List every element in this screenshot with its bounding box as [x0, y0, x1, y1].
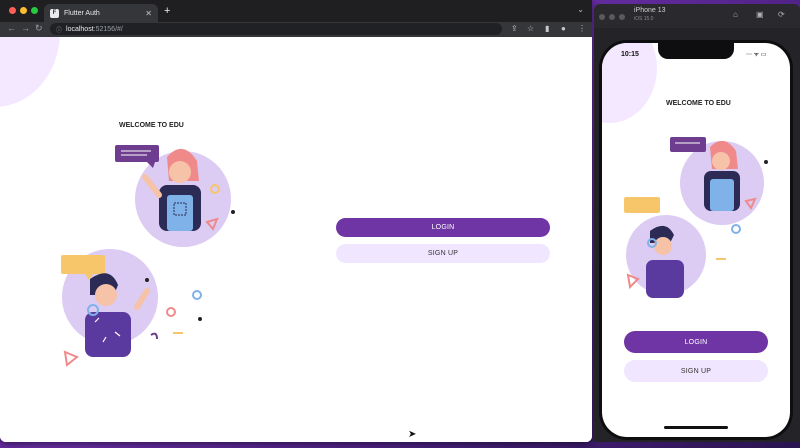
mouse-cursor-icon: ➤ — [408, 429, 417, 440]
login-button[interactable]: LOGIN — [336, 218, 550, 237]
tab-strip: F Flutter Auth ✕ + ⌄ — [0, 0, 592, 22]
address-bar[interactable]: ⓘ localhost :52156/#/ — [50, 23, 502, 35]
minimize-window-button[interactable] — [20, 7, 27, 14]
close-tab-icon[interactable]: ✕ — [145, 9, 152, 18]
status-icons: ⋯ ᯤ ▭ — [746, 52, 767, 58]
browser-tab[interactable]: F Flutter Auth ✕ — [44, 4, 158, 22]
phone-notch — [658, 43, 734, 59]
sidepanel-icon[interactable]: ▮ — [545, 24, 549, 33]
lock-icon[interactable]: ⓘ — [56, 25, 62, 34]
home-indicator[interactable] — [664, 426, 728, 429]
new-tab-icon[interactable]: + — [164, 5, 170, 17]
zoom-window-button[interactable] — [31, 7, 38, 14]
tab-search-icon[interactable]: ⌄ — [577, 5, 584, 14]
favicon-icon: F — [50, 8, 59, 18]
simulator-device-name: iPhone 13 — [634, 7, 666, 14]
menu-icon[interactable]: ⋮ — [578, 24, 586, 33]
phone-welcome-illustration — [624, 137, 768, 298]
close-window-button[interactable] — [9, 7, 16, 14]
simulator-close-button[interactable] — [599, 14, 605, 20]
simulator-os-version: iOS 15.0 — [634, 16, 654, 22]
browser-window: F Flutter Auth ✕ + ⌄ ← → ↻ ⓘ localhost :… — [0, 0, 592, 442]
phone-login-button[interactable]: LOGIN — [624, 331, 768, 353]
phone-signup-button[interactable]: SIGN UP — [624, 360, 768, 382]
simulator-zoom-button[interactable] — [619, 14, 625, 20]
rotate-icon[interactable]: ⟳ — [778, 10, 785, 19]
web-viewport: WELCOME TO EDU LOGIN SIGN UP — [0, 37, 592, 442]
screenshot-icon[interactable]: ▣ — [756, 10, 764, 19]
simulator-minimize-button[interactable] — [609, 14, 615, 20]
url-host: localhost — [66, 25, 94, 33]
url-path: :52156/#/ — [93, 25, 123, 33]
share-icon[interactable]: ⇪ — [511, 24, 518, 33]
signup-button[interactable]: SIGN UP — [336, 244, 550, 263]
home-icon[interactable]: ⌂ — [733, 10, 738, 19]
reload-icon[interactable]: ↻ — [35, 23, 43, 34]
back-icon[interactable]: ← — [7, 23, 16, 33]
welcome-illustration — [61, 145, 235, 367]
welcome-title: WELCOME TO EDU — [119, 122, 184, 129]
star-icon[interactable]: ☆ — [527, 24, 534, 33]
status-time: 10:15 — [621, 51, 639, 58]
browser-toolbar: ← → ↻ ⓘ localhost :52156/#/ ⇪ ☆ ▮ ● ⋮ — [0, 22, 592, 37]
forward-icon[interactable]: → — [21, 23, 30, 33]
corner-decoration — [0, 37, 60, 107]
profile-icon[interactable]: ● — [561, 24, 566, 33]
simulator-titlebar — [594, 4, 800, 28]
tab-title: Flutter Auth — [64, 9, 100, 17]
phone-welcome-title: WELCOME TO EDU — [666, 100, 731, 107]
